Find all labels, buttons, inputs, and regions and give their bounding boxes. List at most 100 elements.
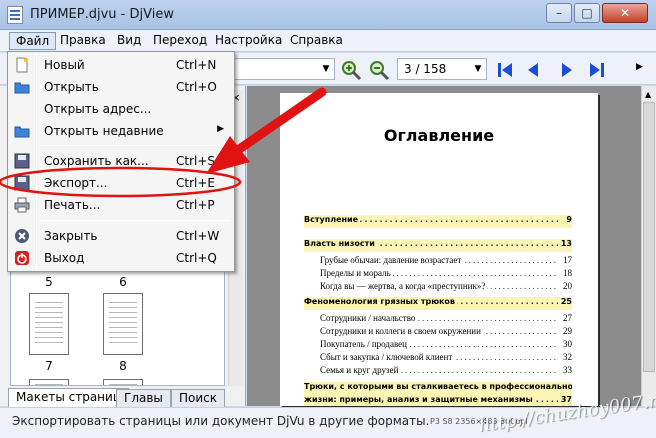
menu-item-open-url[interactable]: Открыть адрес... (10, 98, 232, 120)
document-scrollbar[interactable]: ▲ (641, 86, 656, 406)
toc-entry: ........................................… (320, 339, 572, 349)
menu-item-open[interactable]: Открыть Ctrl+O (10, 76, 232, 98)
thumb-label: 5 (45, 275, 53, 289)
thumbnail-page-10[interactable] (103, 379, 143, 385)
toc-entry-page: 25 (558, 297, 572, 306)
toc-entry-title: Сотрудники и коллеги в своем окружении (320, 326, 483, 336)
zoom-out-icon[interactable] (368, 59, 390, 81)
toc-entry-title: жизни: примеры, анализ и защитные механи… (304, 395, 535, 404)
panel-tabs: Макеты страниц Главы Поиск (0, 388, 246, 409)
toc-entry-page: 30 (561, 339, 572, 349)
export-icon (14, 175, 30, 191)
toc-entry: ........................................… (304, 395, 572, 406)
window-title: ПРИМЕР.djvu - DjView (30, 7, 174, 22)
file-menu-dropdown: Новый Ctrl+N Открыть Ctrl+O Открыть адре… (7, 51, 235, 272)
title-bar: ПРИМЕР.djvu - DjView – □ ✕ (0, 0, 656, 30)
menu-item-new[interactable]: Новый Ctrl+N (10, 54, 232, 76)
submenu-arrow-icon: ▶ (217, 124, 224, 134)
menu-item-exit[interactable]: Выход Ctrl+Q (10, 247, 232, 269)
chevron-down-icon: ▼ (474, 64, 482, 74)
toc-entry-title: Власть низости (304, 239, 377, 248)
toc-entry-title: Пределы и мораль (320, 268, 393, 278)
menu-edit[interactable]: Правка (54, 32, 112, 50)
toc-entry-page: 9 (564, 215, 572, 224)
toc-entry: ........................................… (320, 352, 572, 364)
menu-bar: Файл Правка Вид Переход Настройка Справк… (0, 30, 656, 52)
open-recent-icon (14, 126, 30, 138)
minimize-button[interactable]: – (546, 3, 572, 23)
next-page-icon[interactable] (556, 59, 578, 81)
toc-entry: ........................................… (304, 215, 572, 228)
page-combo[interactable]: 3 / 158 ▼ (397, 58, 487, 80)
toc-entry-page: 13 (558, 239, 572, 248)
djvu-document-icon (7, 6, 23, 24)
toc-entry: ........................................… (304, 297, 572, 310)
toc-entry: ........................................… (320, 268, 572, 278)
toc-entry: Трюки, с которыми вы сталкиваетесь в про… (304, 382, 572, 395)
menu-file[interactable]: Файл (9, 32, 57, 50)
toc-entry-title: Вступление (304, 215, 361, 224)
toc-entry-page: 29 (561, 326, 572, 336)
toc-entry-page: 32 (561, 352, 572, 362)
toolbar-overflow-icon[interactable]: ▶ (636, 62, 643, 72)
menu-help[interactable]: Справка (284, 32, 349, 50)
last-page-icon[interactable] (586, 59, 608, 81)
new-icon (16, 57, 29, 73)
close-doc-icon (15, 229, 29, 243)
exit-icon (15, 251, 29, 265)
toc-entry-page: 20 (561, 281, 572, 291)
toc-entry-title: Феноменология грязных трюков (304, 297, 457, 306)
toc-entry: ........................................… (320, 326, 572, 338)
menu-item-print[interactable]: Печать... Ctrl+P (10, 194, 232, 216)
menu-view[interactable]: Вид (111, 32, 147, 50)
status-text: Экспортировать страницы или документ DjV… (12, 414, 430, 428)
open-icon (14, 82, 30, 94)
thumbnail-page-7[interactable] (29, 293, 69, 355)
document-page: Оглавление .............................… (280, 93, 598, 406)
save-icon (14, 153, 30, 169)
menu-settings[interactable]: Настройка (209, 32, 288, 50)
toc-entry-page: 18 (561, 268, 572, 278)
maximize-button[interactable]: □ (574, 3, 600, 23)
tab-thumbnails[interactable]: Макеты страниц (8, 388, 129, 409)
page-heading: Оглавление (383, 126, 495, 145)
scroll-up-icon[interactable]: ▲ (645, 90, 651, 99)
menu-item-close[interactable]: Закрыть Ctrl+W (10, 225, 232, 247)
page-indicator: 3 / 158 (404, 62, 447, 76)
toc-entry-page: 33 (561, 365, 572, 375)
thumb-label: 7 (45, 359, 53, 373)
thumbnail-page-8[interactable] (103, 293, 143, 355)
toc-entry-title: Грубые обычаи: давление возрастает (320, 255, 464, 265)
zoom-in-icon[interactable] (340, 59, 362, 81)
toc-entry-title: Покупатель / продавец (320, 339, 409, 349)
menu-go[interactable]: Переход (147, 32, 213, 50)
first-page-icon[interactable] (494, 59, 516, 81)
tab-search[interactable]: Поиск (171, 389, 226, 408)
thumbnail-page-9[interactable] (29, 379, 69, 385)
menu-separator (40, 220, 230, 221)
close-button[interactable]: ✕ (602, 3, 648, 23)
menu-separator (40, 145, 230, 146)
thumb-label: 6 (119, 275, 127, 289)
toc-entry-title: Сбыт и закупка / ключевой клиент (320, 352, 455, 362)
toc-entry-title: Когда вы — жертва, а когда «преступник»? (320, 281, 488, 291)
menu-item-open-recent[interactable]: Открыть недавние ▶ (10, 120, 232, 142)
toc-entry: ........................................… (320, 255, 572, 267)
tab-outline[interactable]: Главы (116, 389, 171, 408)
menu-item-save-as[interactable]: Сохранить как... Ctrl+S (10, 150, 232, 172)
toc-entry: ........................................… (320, 313, 572, 323)
document-view[interactable]: Оглавление .............................… (247, 86, 641, 406)
toc-entry: ........................................… (304, 239, 572, 252)
toc-entry: ........................................… (320, 365, 572, 375)
toc-entry-title: Семья и круг друзей (320, 365, 401, 375)
print-icon (14, 197, 30, 213)
thumb-label: 8 (119, 359, 127, 373)
toc-entry-page: 17 (561, 255, 572, 265)
toc-entry-title: Сотрудники / начальство (320, 313, 418, 323)
chevron-down-icon: ▼ (322, 64, 330, 74)
toc-entry: ........................................… (320, 281, 572, 293)
prev-page-icon[interactable] (522, 59, 544, 81)
scroll-thumb[interactable] (643, 102, 655, 372)
menu-item-export[interactable]: Экспорт... Ctrl+E (10, 172, 232, 194)
toc-entry-page: 27 (561, 313, 572, 323)
